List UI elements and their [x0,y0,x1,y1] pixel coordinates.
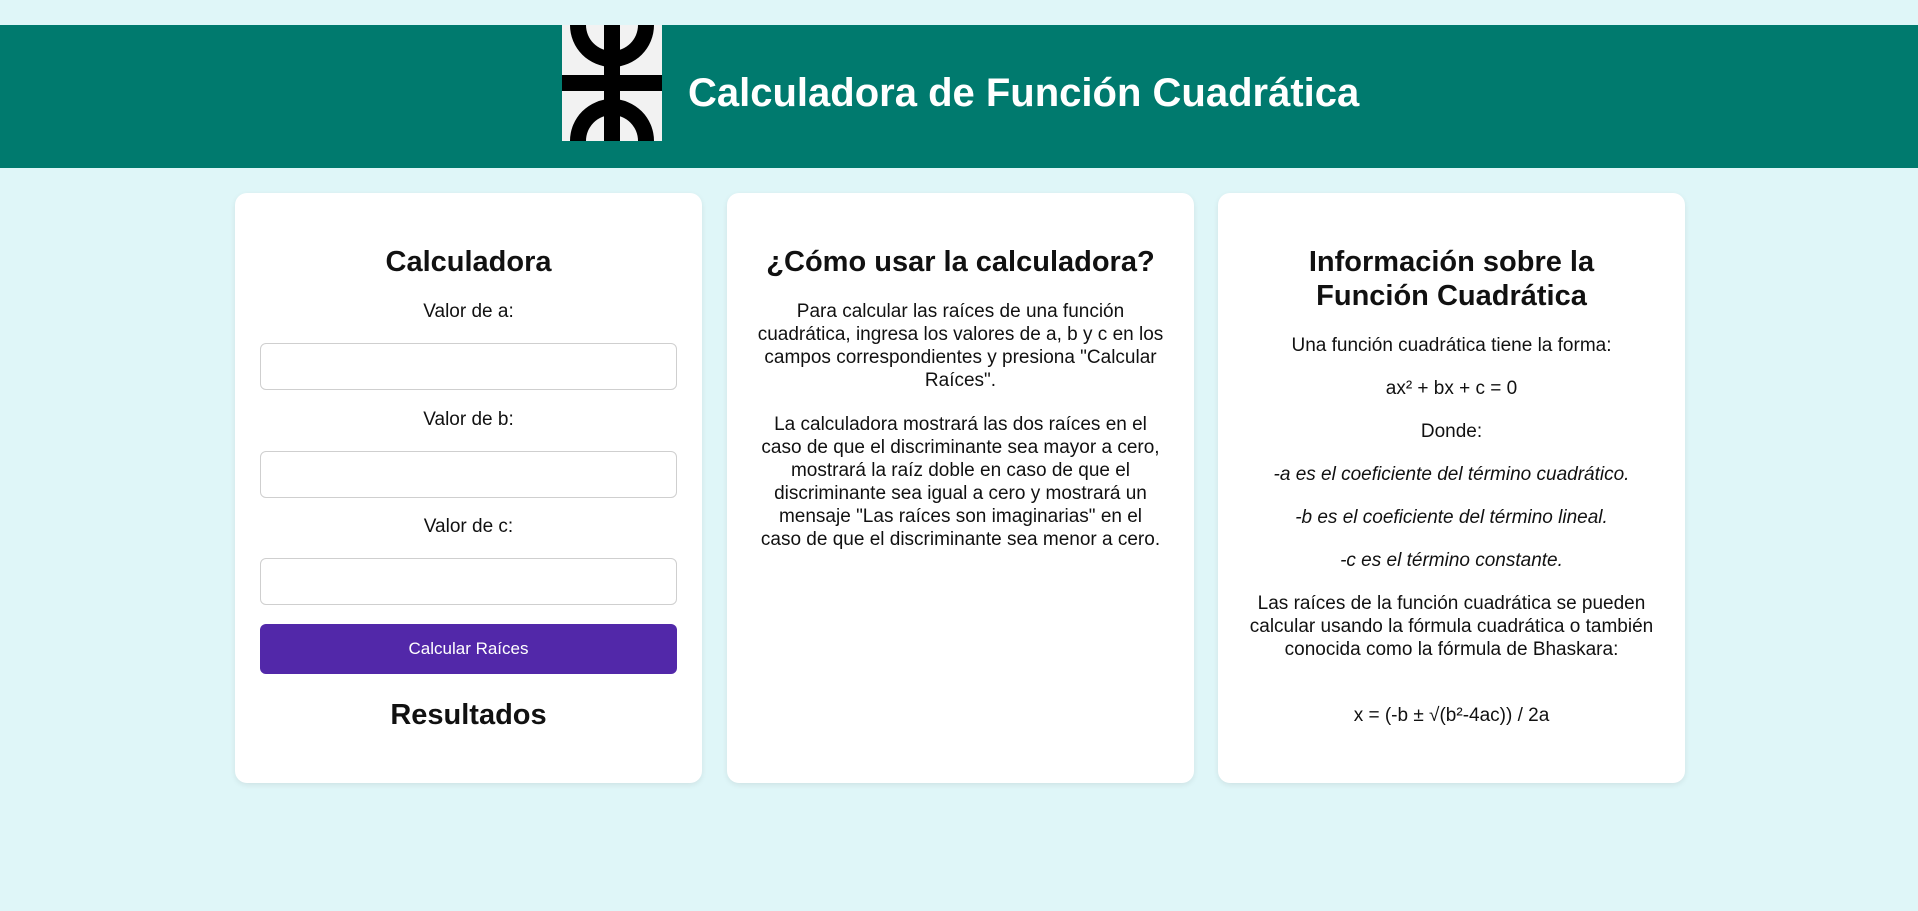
info-roots-formula: x = (-b ± √(b²-4ac)) / 2a [1353,705,1550,726]
label-a: Valor de a: [423,301,514,322]
calculate-roots-button[interactable]: Calcular Raíces [260,624,677,674]
page-title: Calculadora de Función Cuadrática [688,71,1360,115]
info-coef-a: -a es el coeficiente del término cuadrát… [1273,464,1630,485]
calculator-card: Calculadora Valor de a: Valor de b: Valo… [235,193,702,783]
howto-paragraph-2: La calculadora mostrará las dos raíces e… [760,414,1161,550]
info-card: Información sobre la Función Cuadrática … [1218,193,1685,783]
utn-logo-icon [562,25,662,141]
info-where: Donde: [1420,421,1483,442]
info-coef-b: -b es el coeficiente del término lineal. [1295,507,1608,528]
input-b[interactable] [260,451,677,498]
label-c: Valor de c: [423,516,514,537]
info-coef-c: -c es el término constante. [1340,550,1563,571]
howto-paragraph-1: Para calcular las raíces de una función … [757,301,1164,391]
howto-title: ¿Cómo usar la calculadora? [766,246,1155,278]
page-header: Calculadora de Función Cuadrática [0,25,1918,168]
howto-card: ¿Cómo usar la calculadora? Para calcular… [727,193,1194,783]
info-formula: ax² + bx + c = 0 [1385,378,1518,399]
info-roots-text: Las raíces de la función cuadrática se p… [1249,593,1654,660]
calculator-title: Calculadora [385,246,552,278]
input-c[interactable] [260,558,677,605]
info-title: Información sobre la Función Cuadrática [1308,246,1595,312]
info-intro: Una función cuadrática tiene la forma: [1291,335,1612,356]
input-a[interactable] [260,343,677,390]
results-title: Resultados [390,699,547,731]
label-b: Valor de b: [423,409,514,430]
